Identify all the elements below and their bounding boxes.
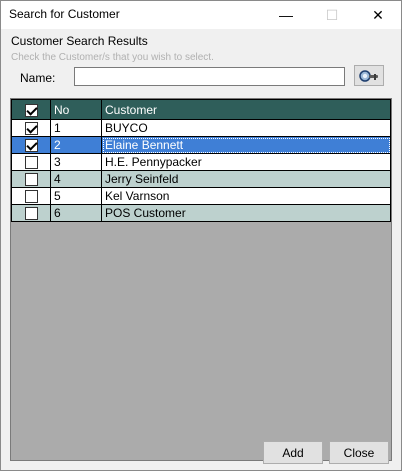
row-select-cell[interactable] [11, 170, 51, 188]
row-number-cell[interactable]: 2 [50, 136, 102, 154]
customer-results-grid[interactable]: No Customer 1 BUYCO 2 Elaine Bennett 3 H.E. P… [10, 98, 392, 461]
row-customer-cell[interactable]: Elaine Bennett [101, 136, 391, 154]
row-select-cell[interactable] [11, 204, 51, 222]
table-row[interactable]: 1 BUYCO [11, 119, 391, 137]
row-select-cell[interactable] [11, 153, 51, 171]
row-checkbox[interactable] [24, 173, 38, 187]
row-number-cell[interactable]: 1 [50, 119, 102, 137]
add-button[interactable]: Add [263, 441, 323, 464]
row-customer-cell[interactable]: Jerry Seinfeld [101, 170, 391, 188]
row-customer-cell[interactable]: POS Customer [101, 204, 391, 222]
close-button[interactable]: Close [329, 441, 389, 464]
title-bar: Search for Customer — ☐ ✕ [1, 1, 401, 29]
close-window-button[interactable]: ✕ [355, 1, 401, 29]
minimize-icon: — [279, 7, 293, 23]
close-icon: ✕ [372, 6, 384, 23]
row-number-cell[interactable]: 3 [50, 153, 102, 171]
row-checkbox[interactable] [24, 139, 38, 153]
row-select-cell[interactable] [11, 136, 51, 154]
name-label: Name: [20, 71, 56, 85]
select-all-checkbox[interactable] [24, 103, 38, 117]
row-number-cell[interactable]: 5 [50, 187, 102, 205]
row-select-cell[interactable] [11, 187, 51, 205]
table-row[interactable]: 6 POS Customer [11, 204, 391, 222]
row-number-cell[interactable]: 4 [50, 170, 102, 188]
row-customer-cell[interactable]: Kel Varnson [101, 187, 391, 205]
dialog-body: Customer Search Results Check the Custom… [1, 29, 401, 470]
row-checkbox[interactable] [24, 122, 38, 136]
row-checkbox[interactable] [24, 156, 38, 170]
row-select-cell[interactable] [11, 119, 51, 137]
table-row[interactable]: 5 Kel Varnson [11, 187, 391, 205]
row-customer-cell[interactable]: BUYCO [101, 119, 391, 137]
table-row[interactable]: 4 Jerry Seinfeld [11, 170, 391, 188]
window-title: Search for Customer [9, 7, 120, 21]
column-header-no[interactable]: No [50, 99, 102, 120]
row-checkbox[interactable] [24, 207, 38, 221]
table-header-row: No Customer [11, 99, 391, 120]
row-number-cell[interactable]: 6 [50, 204, 102, 222]
maximize-button[interactable]: ☐ [309, 1, 355, 29]
name-search-input[interactable] [74, 67, 345, 86]
search-binoculars-icon [359, 69, 378, 82]
instruction-text: Check the Customer/s that you wish to se… [11, 52, 214, 63]
search-button[interactable] [354, 65, 384, 86]
customer-table: No Customer 1 BUYCO 2 Elaine Bennett 3 H.E. P… [11, 99, 391, 222]
minimize-button[interactable]: — [263, 1, 309, 29]
row-checkbox[interactable] [24, 190, 38, 204]
dialog-window: Search for Customer — ☐ ✕ Customer Searc… [0, 0, 402, 471]
table-row[interactable]: 2 Elaine Bennett [11, 136, 391, 154]
maximize-icon: ☐ [325, 6, 339, 23]
section-title: Customer Search Results [11, 34, 148, 48]
table-row[interactable]: 3 H.E. Pennypacker [11, 153, 391, 171]
column-header-customer[interactable]: Customer [101, 99, 391, 120]
row-customer-cell[interactable]: H.E. Pennypacker [101, 153, 391, 171]
select-all-header[interactable] [11, 99, 51, 120]
